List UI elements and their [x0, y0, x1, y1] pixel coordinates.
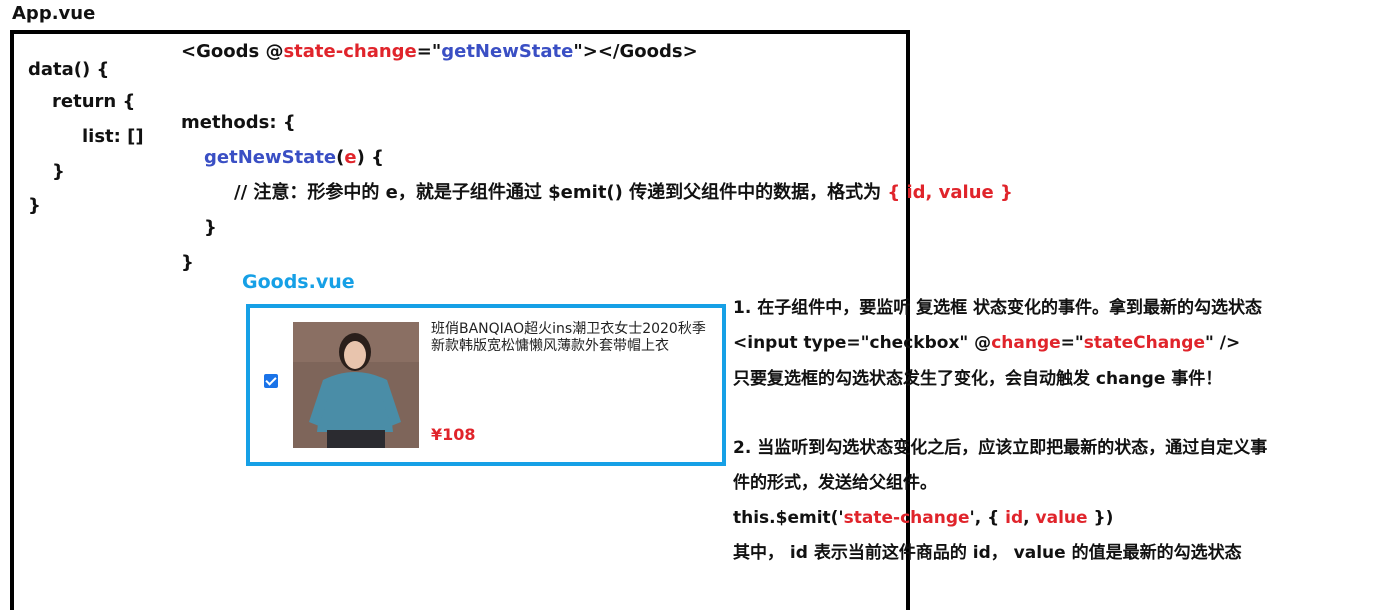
note-step-2: 2. 当监听到勾选状态变化之后，应该立即把最新的状态，通过自定义事	[733, 438, 1268, 458]
note-id-value: 其中， id 表示当前这件商品的 id， value 的值是最新的勾选状态	[733, 543, 1242, 563]
note-step-2-cont: 件的形式，发送给父组件。	[733, 473, 937, 493]
code-methods-close: }	[181, 252, 194, 273]
note-change-event: 只要复选框的勾选状态发生了变化，会自动触发 change 事件！	[733, 369, 1223, 389]
goods-vue-label: Goods.vue	[242, 271, 355, 293]
code-data-close: }	[28, 195, 41, 216]
note-emit-code: this.$emit('state-change', { id, value }…	[733, 508, 1114, 528]
code-methods-open: methods: {	[181, 112, 296, 133]
goods-checkbox[interactable]	[264, 374, 278, 388]
code-list: list: []	[82, 126, 144, 147]
code-comment: // 注意：形参中的 e，就是子组件通过 $emit() 传递到父组件中的数据，…	[234, 182, 1013, 203]
code-goods-tag: <Goods @state-change="getNewState"></Goo…	[181, 41, 698, 62]
code-return-close: }	[52, 161, 65, 182]
code-fn-signature: getNewState(e) {	[204, 147, 384, 168]
code-data-open: data() {	[28, 59, 110, 80]
product-name: 班俏BANQIAO超火ins潮卫衣女士2020秋季新款韩版宽松慵懒风薄款外套带帽…	[431, 321, 706, 354]
note-input-code: <input type="checkbox" @change="stateCha…	[733, 333, 1241, 353]
note-step-1: 1. 在子组件中，要监听 复选框 状态变化的事件。拿到最新的勾选状态	[733, 298, 1263, 318]
code-return-open: return {	[52, 91, 136, 112]
product-price: ¥108	[431, 425, 476, 444]
product-image	[293, 322, 419, 448]
app-vue-label: App.vue	[12, 3, 96, 24]
code-fn-close: }	[204, 217, 217, 238]
